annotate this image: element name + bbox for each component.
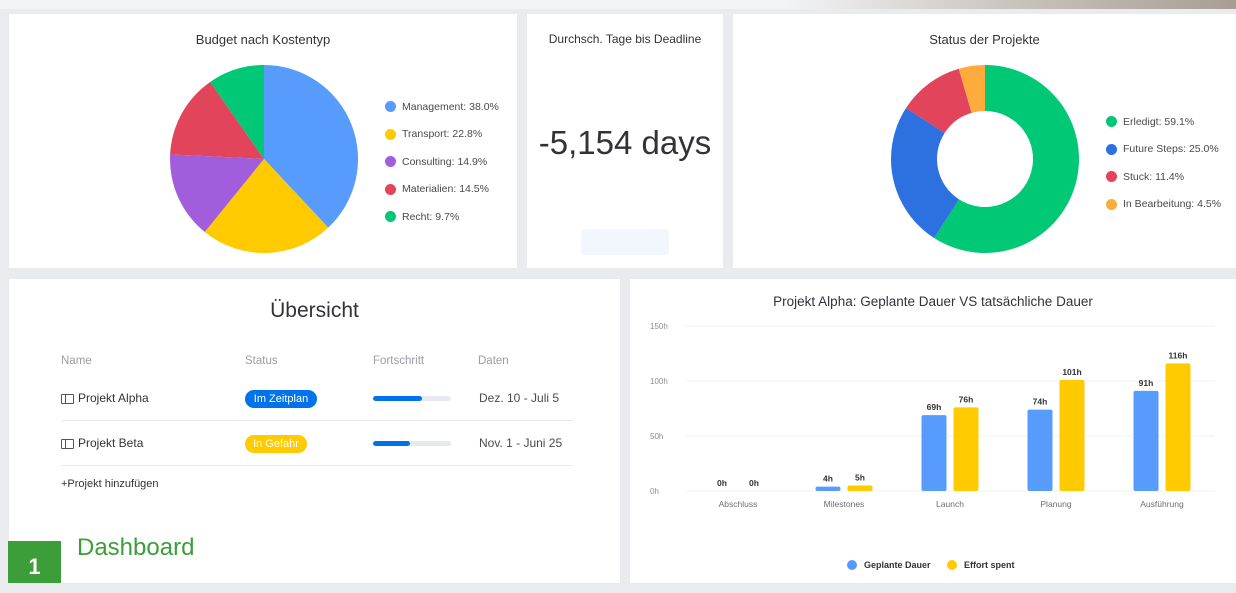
- bar-effort-spent-planung: [1059, 379, 1085, 491]
- bar-value-label: 101h: [1062, 367, 1081, 377]
- step-number-badge: 1: [8, 541, 61, 583]
- deadline-ghost-button[interactable]: [581, 229, 669, 255]
- bar-value-label: 4h: [823, 474, 833, 484]
- legend-label: Stuck: 11.4%: [1123, 170, 1185, 183]
- project-board-icon: [61, 394, 74, 404]
- budget-legend: Management: 38.0% Transport: 22.8% Consult…: [385, 93, 499, 231]
- deadline-title: Durchsch. Tage bis Deadline: [548, 32, 702, 46]
- legend-label: Management: 38.0%: [402, 100, 499, 113]
- legend-dot: [847, 560, 857, 570]
- bar-geplante-dauer-milestones: [815, 486, 841, 491]
- project-beta-name[interactable]: Projekt Beta: [78, 436, 143, 450]
- x-tick-label: Abschluss: [719, 499, 758, 509]
- dates-beta: Nov. 1 - Juni 25: [479, 436, 563, 450]
- bar-value-label: 0h: [749, 478, 759, 488]
- legend-dot: [385, 183, 396, 195]
- bar-effort-spent-ausf-hrung: [1165, 363, 1191, 491]
- legend-dot: [385, 211, 396, 223]
- bar-value-label: 0h: [717, 478, 727, 488]
- bar-geplante-dauer-planung: [1027, 409, 1053, 491]
- legend-label: Recht: 9.7%: [402, 210, 460, 223]
- budget-title: Budget nach Kostentyp: [195, 32, 331, 47]
- x-tick-label: Milestones: [824, 499, 865, 509]
- budget-card: Budget nach Kostentyp Management: 38.0% T…: [9, 14, 517, 268]
- chart-title: Projekt Alpha: Geplante Dauer VS tatsäch…: [773, 294, 1093, 309]
- legend-label: In Bearbeitung: 4.5%: [1123, 198, 1222, 211]
- status-card: Status der Projekte Erledigt: 59.1% Futur…: [733, 14, 1236, 268]
- column-status: Status: [245, 355, 278, 367]
- header-decoration: [785, 0, 1236, 9]
- bar-geplante-dauer-launch: [921, 415, 947, 491]
- status-donut-chart: [891, 65, 1079, 253]
- legend-dot: [385, 128, 396, 140]
- status-legend-item: Stuck: 11.4%: [1106, 163, 1221, 191]
- bar-value-label: 74h: [1033, 397, 1048, 407]
- legend-dot: [1106, 198, 1117, 210]
- status-legend-item: Erledigt: 59.1%: [1106, 108, 1221, 136]
- bar-value-label: 5h: [855, 473, 865, 483]
- budget-pie-chart: [170, 65, 358, 254]
- overview-title: Übersicht: [270, 299, 359, 322]
- legend-dot: [947, 560, 957, 570]
- row-divider: [61, 420, 573, 421]
- x-tick-label: Ausführung: [1140, 499, 1184, 509]
- legend-label: Geplante Dauer: [864, 560, 931, 570]
- legend-dot: [1106, 171, 1117, 183]
- legend-dot: [385, 101, 396, 113]
- bar-geplante-dauer-ausf-hrung: [1133, 390, 1159, 491]
- status-badge-alpha[interactable]: Im Zeitplan: [245, 390, 317, 408]
- legend-dot: [1106, 143, 1117, 155]
- legend-label: Consulting: 14.9%: [402, 155, 488, 168]
- legend-label: Effort spent: [964, 560, 1015, 570]
- y-tick-label: 150h: [650, 322, 668, 331]
- progress-bar-beta: [373, 441, 451, 446]
- status-legend: Erledigt: 59.1% Future Steps: 25.0% Stuck:…: [1106, 108, 1221, 218]
- status-legend-item: In Bearbeitung: 4.5%: [1106, 191, 1221, 219]
- column-name: Name: [61, 355, 92, 367]
- legend-label: Transport: 22.8%: [402, 128, 483, 141]
- progress-fill-alpha: [373, 396, 423, 401]
- add-project-link[interactable]: +Projekt hinzufügen: [61, 478, 159, 490]
- bar-value-label: 76h: [959, 394, 974, 404]
- dates-alpha: Dez. 10 - Juli 5: [479, 391, 560, 405]
- bar-effort-spent-milestones: [847, 485, 873, 491]
- project-alpha-name[interactable]: Projekt Alpha: [78, 391, 149, 405]
- legend-label: Future Steps: 25.0%: [1123, 143, 1219, 156]
- budget-legend-item: Consulting: 14.9%: [385, 148, 499, 176]
- deadline-card: Durchsch. Tage bis Deadline -5,154 days: [527, 14, 723, 268]
- x-tick-label: Planung: [1040, 499, 1071, 509]
- legend-dot: [385, 156, 396, 168]
- column-dates: Daten: [478, 355, 509, 367]
- legend-label: Erledigt: 59.1%: [1123, 115, 1195, 128]
- budget-legend-item: Materialien: 14.5%: [385, 176, 499, 204]
- project-board-icon: [61, 439, 74, 449]
- deadline-value: -5,154 days: [538, 124, 712, 161]
- y-tick-label: 50h: [650, 432, 663, 441]
- duration-chart-card: Projekt Alpha: Geplante Dauer VS tatsäch…: [630, 279, 1236, 583]
- step-label: Dashboard: [77, 534, 195, 561]
- progress-bar-alpha: [373, 396, 451, 401]
- bar-value-label: 116h: [1169, 350, 1188, 360]
- budget-legend-item: Recht: 9.7%: [385, 203, 499, 231]
- budget-legend-item: Transport: 22.8%: [385, 121, 499, 149]
- budget-legend-item: Management: 38.0%: [385, 93, 499, 121]
- progress-fill-beta: [373, 441, 410, 446]
- legend-dot: [1106, 116, 1117, 128]
- column-progress: Fortschritt: [373, 355, 425, 367]
- y-tick-label: 100h: [650, 377, 668, 386]
- bar-value-label: 69h: [927, 402, 942, 412]
- duration-bar-chart: Projekt Alpha: Geplante Dauer VS tatsäch…: [650, 294, 1215, 570]
- status-badge-beta[interactable]: In Gefahr: [245, 435, 307, 453]
- x-tick-label: Launch: [936, 499, 964, 509]
- bar-effort-spent-launch: [953, 407, 979, 491]
- y-tick-label: 0h: [650, 487, 659, 496]
- status-legend-item: Future Steps: 25.0%: [1106, 136, 1221, 164]
- status-title: Status der Projekte: [929, 32, 1040, 47]
- legend-label: Materialien: 14.5%: [402, 183, 489, 196]
- row-divider: [61, 465, 573, 466]
- bar-value-label: 91h: [1139, 378, 1154, 388]
